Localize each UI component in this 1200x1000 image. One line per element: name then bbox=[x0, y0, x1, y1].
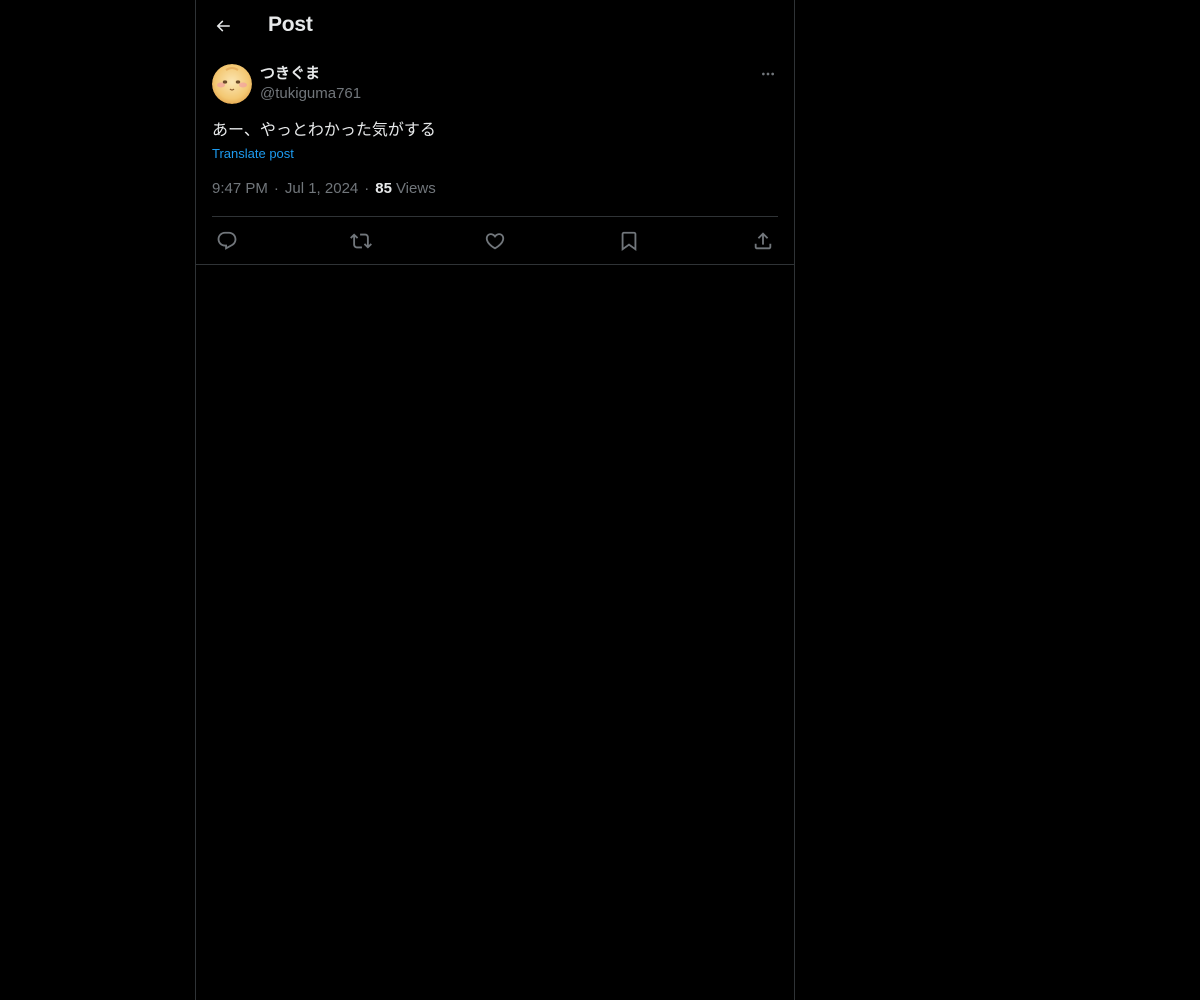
back-button[interactable] bbox=[206, 9, 240, 43]
post-action-bar bbox=[212, 216, 778, 264]
views-label: Views bbox=[395, 180, 436, 197]
post-text: あー、やっとわかった気がする bbox=[212, 122, 436, 139]
more-options-button[interactable] bbox=[756, 64, 780, 84]
post-detail: つきぐま @tukiguma761 あー、やっとわかった気がする Transla… bbox=[196, 64, 794, 264]
separator-dot: · bbox=[273, 180, 279, 197]
post-date[interactable]: Jul 1, 2024 bbox=[285, 179, 358, 199]
page-title: Post bbox=[268, 13, 313, 36]
separator-dot: · bbox=[364, 180, 370, 197]
page-header: Post bbox=[196, 0, 794, 54]
repost-icon bbox=[350, 233, 372, 248]
post-bottom-divider bbox=[196, 264, 794, 265]
bookmark-icon bbox=[621, 231, 637, 251]
post-meta: 9:47 PM · Jul 1, 2024 · 85 Views bbox=[212, 179, 778, 199]
post-author-row: つきぐま @tukiguma761 bbox=[212, 64, 778, 120]
author-handle[interactable]: @tukiguma761 bbox=[260, 84, 361, 104]
author-names: つきぐま @tukiguma761 bbox=[260, 64, 361, 104]
bookmark-button[interactable] bbox=[616, 228, 642, 254]
primary-column: Post つきぐま @tukiguma761 あー、やっとわかった気がする Tr… bbox=[195, 0, 795, 1000]
heart-icon bbox=[485, 232, 505, 249]
arrow-left-icon bbox=[216, 20, 230, 32]
avatar[interactable] bbox=[212, 64, 252, 104]
author-display-name[interactable]: つきぐま bbox=[260, 64, 361, 84]
reply-icon bbox=[217, 231, 237, 250]
reply-button[interactable] bbox=[214, 228, 240, 254]
share-button[interactable] bbox=[750, 228, 776, 254]
translate-post-link[interactable]: Translate post bbox=[212, 145, 294, 163]
like-button[interactable] bbox=[482, 228, 508, 254]
repost-button[interactable] bbox=[348, 228, 374, 254]
avatar-image bbox=[212, 64, 252, 104]
post-time[interactable]: 9:47 PM bbox=[212, 179, 268, 199]
more-horizontal-icon bbox=[762, 72, 774, 76]
views-count: 85 bbox=[375, 180, 392, 197]
share-icon bbox=[754, 231, 772, 249]
